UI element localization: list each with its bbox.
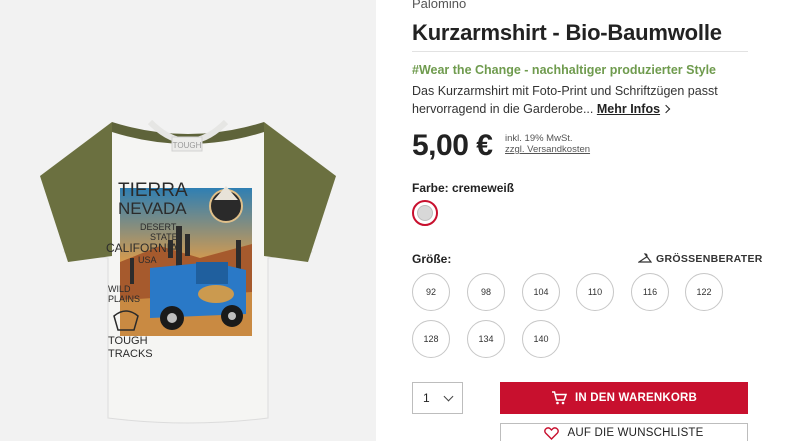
product-description: Das Kurzarmshirt mit Foto-Print und Schr… — [412, 82, 748, 118]
size-guide-link[interactable]: GRÖSSENBERATER — [637, 252, 763, 265]
add-to-cart-label: IN DEN WARENKORB — [574, 392, 698, 404]
quantity-value: 1 — [423, 391, 430, 405]
color-label: Farbe: cremeweiß — [412, 181, 515, 195]
heart-icon — [544, 427, 560, 440]
more-info-link[interactable]: Mehr Infos — [597, 102, 671, 116]
price-notes: inkl. 19% MwSt. zzgl. Versandkosten — [505, 133, 590, 155]
size-option-128[interactable]: 128 — [412, 320, 450, 358]
price: 5,00 € — [412, 129, 493, 162]
add-to-wishlist-button[interactable]: AUF DIE WUNSCHLISTE — [500, 423, 748, 441]
size-option-122[interactable]: 122 — [685, 273, 723, 311]
size-option-92[interactable]: 92 — [412, 273, 450, 311]
print-text-california: CALIFORNIA — [106, 241, 178, 255]
title-divider — [412, 51, 748, 52]
print-text-desert: DESERT — [140, 222, 177, 232]
print-text-nevada: NEVADA — [118, 199, 187, 218]
size-option-104[interactable]: 104 — [522, 273, 560, 311]
hanger-icon — [637, 253, 653, 263]
chevron-right-icon — [661, 104, 671, 114]
add-to-cart-button[interactable]: IN DEN WARENKORB — [500, 382, 748, 414]
size-label: Größe: — [412, 252, 452, 266]
sustainability-tagline: #Wear the Change - nachhaltiger produzie… — [412, 63, 717, 77]
print-text-tierra: TIERRA — [118, 180, 188, 201]
product-image[interactable]: TOUGH TIERRA NEVADA DESERT STATE CALIFOR… — [0, 0, 376, 441]
description-text: Das Kurzarmshirt mit Foto-Print und Schr… — [412, 84, 718, 116]
chevron-down-icon — [443, 391, 454, 402]
color-swatch-cremeweiss[interactable] — [412, 200, 438, 226]
print-text-tough: TOUGH — [108, 335, 148, 347]
size-option-98[interactable]: 98 — [467, 273, 505, 311]
product-title: Kurzarmshirt - Bio-Baumwolle — [412, 20, 722, 45]
tshirt-illustration: TOUGH TIERRA NEVADA DESERT STATE CALIFOR… — [40, 119, 336, 424]
size-option-110[interactable]: 110 — [576, 273, 614, 311]
size-option-134[interactable]: 134 — [467, 320, 505, 358]
brand-name[interactable]: Palomino — [412, 0, 466, 11]
vat-note: inkl. 19% MwSt. — [505, 133, 573, 144]
size-option-116[interactable]: 116 — [631, 273, 669, 311]
quantity-select[interactable]: 1 — [412, 382, 463, 414]
neck-label: TOUGH — [173, 141, 202, 150]
print-text-wild: WILD — [108, 284, 131, 294]
print-text-tracks: TRACKS — [108, 348, 153, 360]
shipping-link[interactable]: zzgl. Versandkosten — [505, 144, 590, 155]
print-text-plains: PLAINS — [108, 294, 140, 304]
print-text-usa: USA — [138, 255, 157, 265]
cart-icon — [551, 391, 567, 405]
wishlist-label: AUF DIE WUNSCHLISTE — [567, 427, 704, 439]
size-option-140[interactable]: 140 — [522, 320, 560, 358]
swatch-fill — [417, 205, 433, 221]
